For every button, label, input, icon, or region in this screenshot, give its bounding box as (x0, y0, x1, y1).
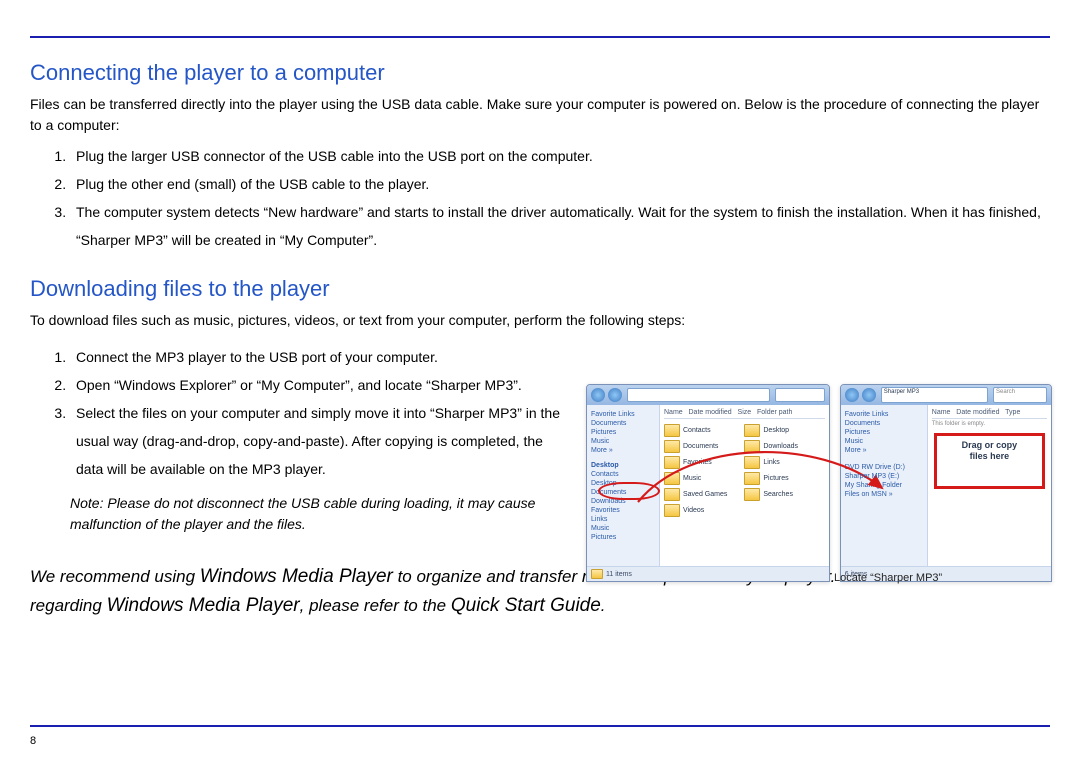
list-item: Open “Windows Explorer” or “My Computer”… (70, 371, 566, 399)
folder-icon (664, 440, 680, 453)
page-number: 8 (30, 735, 36, 747)
folder-icon (744, 488, 760, 501)
heading-connecting: Connecting the player to a computer (30, 60, 1050, 86)
sidebar-item: More » (845, 447, 923, 454)
note: Note: Please do not disconnect the USB c… (70, 493, 566, 535)
red-highlight-box: Drag or copy files here (934, 433, 1045, 489)
locate-caption: Locate “Sharper MP3” (834, 572, 942, 584)
sidebar-item: Music (591, 438, 655, 445)
note-label: Note: (70, 495, 103, 511)
list-item: Plug the other end (small) of the USB ca… (70, 170, 1050, 198)
rec-text: , please refer to the (300, 596, 451, 615)
address-bar (627, 388, 770, 402)
folder-item: Searches (744, 488, 824, 501)
drag-copy-label: Drag or copy files here (937, 436, 1042, 462)
folder-icon (664, 472, 680, 485)
sidebar-item: Pictures (845, 429, 923, 436)
back-button-icon (591, 388, 605, 402)
folder-icon (744, 440, 760, 453)
folder-icon (664, 424, 680, 437)
folder-item: Favorites (664, 456, 744, 469)
folder-icon (664, 504, 680, 517)
tree-item: DVD RW Drive (D:) (845, 464, 923, 471)
tree-item: Contacts (591, 471, 655, 478)
sidebar-item: More » (591, 447, 655, 454)
qsg-text: Quick Start Guide (451, 595, 601, 616)
rec-text: We recommend using (30, 567, 200, 586)
address-bar: Sharper MP3 (881, 387, 988, 403)
explorer-content: Name Date modified Size Folder path Cont… (660, 405, 829, 566)
status-bar: 11 items (587, 566, 829, 581)
window-titlebar: Sharper MP3 Search (841, 385, 1051, 405)
screenshot-group: Favorite Links Documents Pictures Music … (586, 384, 1052, 582)
folder-item: Music (664, 472, 744, 485)
empty-hint: This folder is empty. (932, 421, 1047, 427)
explorer-window-right: Sharper MP3 Search Favorite Links Docume… (840, 384, 1052, 582)
tree-item: Files on MSN » (845, 491, 923, 498)
heading-downloading: Downloading files to the player (30, 276, 1050, 302)
sidebar-item: Documents (845, 420, 923, 427)
steps-downloading: Connect the MP3 player to the USB port o… (30, 343, 566, 483)
wmp-text: Windows Media Player (107, 595, 300, 616)
back-button-icon (845, 388, 859, 402)
folder-item: Pictures (744, 472, 824, 485)
folder-icon (591, 569, 603, 579)
wmp-text: Windows Media Player (200, 566, 393, 587)
column-headers: Name Date modified Type (932, 409, 1047, 419)
list-item: Select the files on your computer and si… (70, 399, 566, 483)
folder-icon (744, 456, 760, 469)
rec-text: . (601, 596, 606, 615)
explorer-sidebar: Favorite Links Documents Pictures Music … (841, 405, 928, 566)
intro-connecting: Files can be transferred directly into t… (30, 94, 1050, 136)
column-headers: Name Date modified Size Folder path (664, 409, 825, 419)
window-titlebar (587, 385, 829, 405)
sidebar-item: Favorite Links (845, 411, 923, 418)
search-box: Search (993, 387, 1047, 403)
steps-connecting: Plug the larger USB connector of the USB… (30, 142, 1050, 254)
folder-item: Documents (664, 440, 744, 453)
tree-item: My Sharing Folder (845, 482, 923, 489)
folder-icon (744, 424, 760, 437)
list-item: The computer system detects “New hardwar… (70, 198, 1050, 254)
sidebar-item: Documents (591, 420, 655, 427)
tree-item: Music (591, 525, 655, 532)
tree-item: Sharper MP3 (E:) (845, 473, 923, 480)
list-item: Plug the larger USB connector of the USB… (70, 142, 1050, 170)
folder-item: Links (744, 456, 824, 469)
tree-item: Desktop (591, 462, 655, 469)
forward-button-icon (862, 388, 876, 402)
intro-downloading: To download files such as music, picture… (30, 310, 1050, 331)
folder-item: Contacts (664, 424, 744, 437)
folder-icon (744, 472, 760, 485)
list-item: Connect the MP3 player to the USB port o… (70, 343, 566, 371)
tree-item: Pictures (591, 534, 655, 541)
folder-item: Videos (664, 504, 744, 517)
folder-item: Desktop (744, 424, 824, 437)
tree-item: Favorites (591, 507, 655, 514)
sidebar-item: Music (845, 438, 923, 445)
bottom-rule (30, 725, 1050, 727)
folder-icon (664, 488, 680, 501)
explorer-content: Name Date modified Type This folder is e… (928, 405, 1051, 566)
folder-item: Saved Games (664, 488, 744, 501)
note-body: Please do not disconnect the USB cable d… (70, 495, 535, 532)
search-box (775, 388, 825, 402)
folder-icon (664, 456, 680, 469)
sidebar-item: Favorite Links (591, 411, 655, 418)
sidebar-item: Pictures (591, 429, 655, 436)
forward-button-icon (608, 388, 622, 402)
tree-item: Links (591, 516, 655, 523)
top-rule (30, 36, 1050, 38)
folder-item: Downloads (744, 440, 824, 453)
